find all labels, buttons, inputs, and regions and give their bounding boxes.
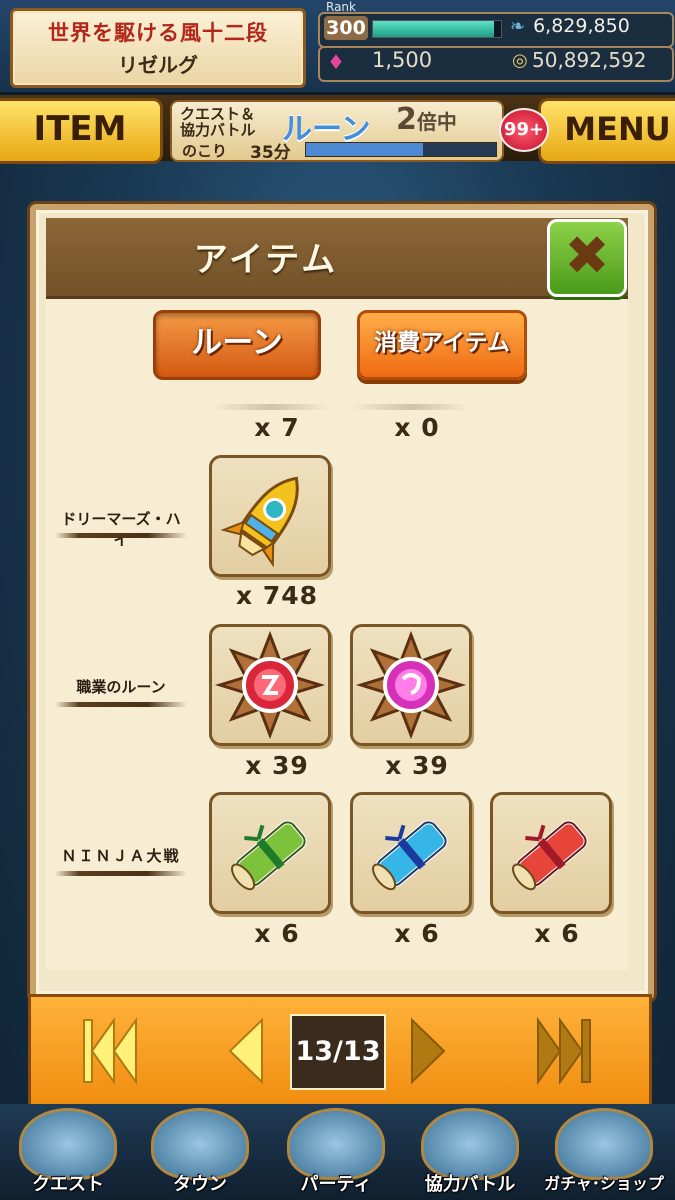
red-scroll-icon — [512, 820, 588, 891]
nav-town[interactable]: タウン — [136, 1108, 264, 1198]
row-divider — [55, 702, 187, 707]
item-slot-rocket[interactable] — [209, 455, 331, 577]
item-slot-red-job-rune[interactable] — [209, 624, 331, 746]
tab-rune[interactable]: ルーン — [153, 310, 321, 380]
last-page-button — [534, 1016, 594, 1090]
menu-button[interactable]: MENU — [538, 98, 675, 164]
item-count: x 39 — [385, 751, 449, 780]
nav-party[interactable]: パーティ — [272, 1108, 400, 1198]
nav-quest[interactable]: クエスト — [4, 1108, 132, 1198]
event-multiplier-suffix: 倍中 — [416, 110, 457, 134]
item-dialog-title: アイテム — [193, 240, 339, 280]
rank-progress-fill — [373, 21, 494, 37]
stamina-display: ❧ 6,829,850 — [510, 15, 630, 37]
player-title: 世界を駆ける風十二段 — [48, 21, 268, 45]
scrolled-slot-edge — [352, 404, 470, 410]
nav-label: タウン — [173, 1174, 227, 1195]
nav-label: クエスト — [32, 1174, 104, 1195]
item-count: x 748 — [235, 581, 318, 610]
green-scroll-icon — [231, 820, 307, 891]
item-count: x 6 — [254, 919, 300, 948]
gem-icon: ♦ — [327, 50, 345, 74]
close-button[interactable]: ✖ — [547, 219, 627, 297]
stamina-icon: ❧ — [510, 16, 526, 37]
menu-button-label: MENU — [564, 110, 671, 148]
stamina-value: 6,829,850 — [533, 15, 630, 37]
event-line2: 協力バトル — [180, 121, 256, 139]
item-slot-green-scroll[interactable] — [209, 792, 331, 914]
chevron-left-icon — [228, 1017, 263, 1085]
item-slot-red-scroll[interactable] — [490, 792, 612, 914]
item-count: x 6 — [394, 919, 440, 948]
notification-badge: 99+ — [499, 108, 549, 152]
event-remaining-label: のこり — [182, 142, 228, 160]
event-multiplier: 2倍中 — [396, 102, 457, 137]
player-title-plate[interactable]: 世界を駆ける風十二段 リゼルグ — [10, 8, 306, 88]
item-count: x 39 — [245, 751, 309, 780]
row-label-job-runes: 職業のルーン — [76, 678, 166, 696]
coin-icon: ◎ — [512, 50, 528, 71]
item-button-label: ITEM — [33, 109, 127, 149]
item-count: x 6 — [534, 919, 580, 948]
skip-first-icon — [83, 1016, 137, 1086]
item-count: x 0 — [394, 413, 440, 442]
rank-value: 300 — [324, 16, 368, 40]
nav-label: 協力バトル — [424, 1174, 516, 1195]
item-slot-blue-scroll[interactable] — [350, 792, 472, 914]
nav-label: ガチャ･ショップ — [544, 1174, 664, 1193]
gem-count: 1,500 — [372, 48, 433, 72]
coin-count: 50,892,592 — [532, 48, 647, 72]
scrolled-slot-edge — [212, 404, 330, 410]
chevron-right-icon — [411, 1017, 446, 1085]
pink-job-rune-icon — [355, 630, 467, 740]
tab-rune-label: ルーン — [191, 325, 283, 361]
item-count: x 7 — [254, 413, 300, 442]
item-button[interactable]: ITEM — [0, 98, 163, 164]
event-multiplier-value: 2 — [396, 102, 417, 137]
page-indicator: 13/13 — [290, 1014, 386, 1090]
row-label-ninja-war: ＮＩＮＪＡ大戦 — [61, 847, 181, 865]
nav-gacha-shop[interactable]: ガチャ･ショップ — [540, 1108, 668, 1198]
skip-last-icon — [537, 1016, 591, 1086]
tab-consumable-items[interactable]: 消費アイテム — [357, 310, 527, 380]
tab-consumable-label: 消費アイテム — [374, 330, 510, 356]
blue-scroll-icon — [372, 820, 448, 891]
player-name: リゼルグ — [118, 53, 198, 77]
prev-page-button[interactable] — [226, 1016, 266, 1090]
row-label-dreamers-high: ドリーマーズ・ハイ — [61, 510, 181, 549]
event-remaining-time: 35分 — [250, 143, 291, 163]
row-divider — [55, 871, 187, 876]
rocket-icon — [220, 476, 299, 568]
event-progress-fill — [306, 143, 423, 156]
nav-coop-battle[interactable]: 協力バトル — [406, 1108, 534, 1198]
row-divider — [55, 533, 187, 538]
red-job-rune-icon — [214, 630, 326, 740]
close-icon: ✖ — [564, 224, 610, 287]
next-page-button — [408, 1016, 448, 1090]
first-page-button[interactable] — [80, 1016, 140, 1090]
item-slot-pink-job-rune[interactable] — [350, 624, 472, 746]
nav-label: パーティ — [300, 1174, 372, 1195]
